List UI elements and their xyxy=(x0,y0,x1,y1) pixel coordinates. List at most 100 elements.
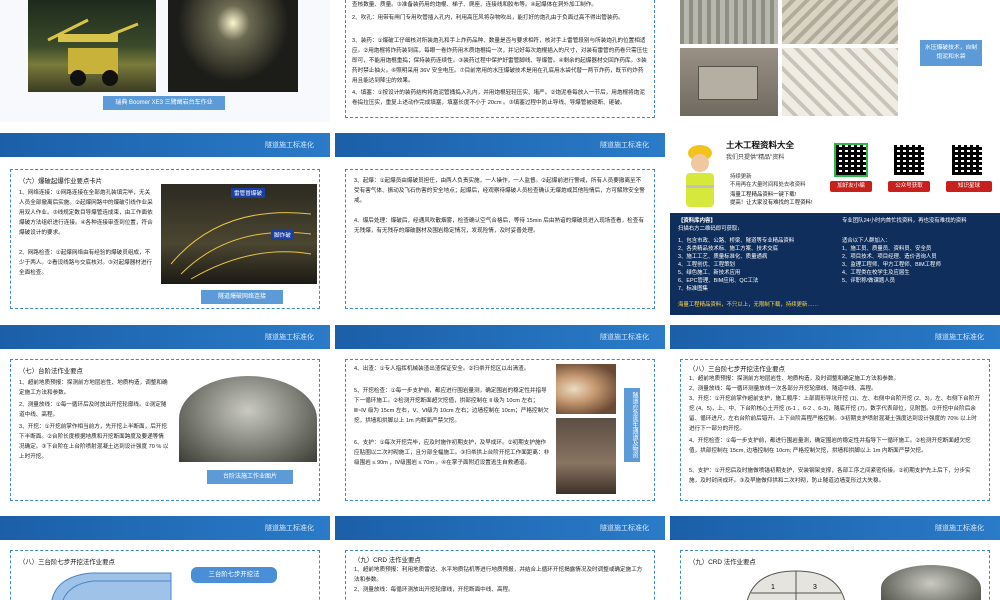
slide-4-3[interactable]: 隧道施工标准化化 （九）CRD 法作业要点 1 3 xyxy=(670,516,1000,600)
scan-follow-button[interactable]: 加好友小编 xyxy=(830,181,872,192)
qr-code-wechat[interactable] xyxy=(834,143,868,177)
header-bar: 隧道施工标准化化 xyxy=(0,516,330,548)
photo-label: 脚炸破 xyxy=(271,230,294,240)
brand-short: 化 xyxy=(925,351,932,357)
slide-4-2[interactable]: 隧道施工标准化化 （九）CRD 法作业要点 1、超前地质预报：利用地质雷达、水平… xyxy=(335,516,665,600)
paragraph: 1、超前地质预报：探测前方地层岩性、地质构造，及时调整和确定施工方法和参数。 xyxy=(689,376,900,382)
drill-jumbo-icon xyxy=(47,18,139,86)
header-bar: 隧道施工标准化化 xyxy=(335,516,665,548)
section-heading: （八）三台阶七步开挖法作业要点 xyxy=(19,559,115,566)
paragraph: 2、网路检查：①起爆网络由有经验的爆破员组成，不少于两人。②看设线路与交底核对。… xyxy=(19,250,153,276)
ad-title: 土木工程资料大全 xyxy=(726,140,795,150)
brand-short: 化 xyxy=(590,351,597,357)
slide-2-3-ad[interactable]: 土木工程资料大全 我们只提供"精品"资料 持续更新 不用再在大量时间和处去收资料… xyxy=(670,133,1000,315)
paragraph: 1、超前地质预报：利用地质雷达、水平地质钻机等进行地质预报，并结合上循环开挖揭露… xyxy=(354,567,643,583)
slide-1-3[interactable]: 水压爆破技术，自制炮泥和水袋 xyxy=(670,0,1000,122)
side-caption: 水压爆破技术，自制炮泥和水袋 xyxy=(920,40,982,66)
paragraph: 3、开挖：①开挖前掌作相当前方，先开挖上半断面，后开挖下半断面。②台阶长度根据地… xyxy=(19,424,169,460)
slide-2-1[interactable]: 隧道施工标准化化 （六）爆破起爆作业要点卡片 1、网络连接：①网路连接在全部炮孔… xyxy=(0,133,330,315)
paragraph: 1、网络连接：①网路连接在全部炮孔装填完毕，无关人员全部撤离后实施。②起爆网路中… xyxy=(19,190,153,236)
content-card: （六）爆破起爆作业要点卡片 1、网络连接：①网路连接在全部炮孔装填完毕，无关人员… xyxy=(10,169,320,309)
brand-label: 隧道施工标准化 xyxy=(265,525,314,532)
tunnel-photo-jumbo xyxy=(28,0,156,92)
qr-code-planet[interactable] xyxy=(950,143,984,177)
brand-short: 化 xyxy=(925,542,932,548)
panel-item: 5、评职称/做课题人员 xyxy=(842,278,896,284)
panel-item: 4、工程创优、工程策划 xyxy=(678,262,735,268)
slide-2-2[interactable]: 隧道施工标准化化 3、起爆：①起爆员由爆破员担任，由两人负责实施，一人操作，一人… xyxy=(335,133,665,315)
panel-item: 2、项目技术、项目经理、造价咨询人员 xyxy=(842,254,937,260)
panel-title: 专业团队24小时内首忙找资料，再也没有难找的资料 xyxy=(842,218,967,224)
ad-promo: 提高！让大家没有难找的工程资料! xyxy=(730,200,813,206)
slide-4-1[interactable]: 隧道施工标准化化 （八）三台阶七步开挖法作业要点 三台阶七步开挖法 xyxy=(0,516,330,600)
panel-sub: 扫描右方二维码即可获取↓ xyxy=(678,226,740,232)
slide-3-3[interactable]: 隧道施工标准化化 （八）三台阶七步开挖法作业要点 1、超前地质预报：探测前方地层… xyxy=(670,325,1000,505)
paragraph: 2、测量放线：每一循环测量放线一次各部分开挖轮廓线、隧道中线、高程。 xyxy=(689,386,877,392)
ad-line: 不用再在大量时间和处去收资料 xyxy=(730,182,806,188)
panel-item: 2、各类精品技术标、施工方案、技术交底 xyxy=(678,246,779,252)
ad-promo: 海量工程精品资料一键下载! xyxy=(730,192,797,198)
photo-caption: 台阶法施工作业图片 xyxy=(207,470,293,484)
paragraph: 5、支护：①开挖后及时施做喷锚初期支护，安装钢架支撑，各部工序之间紧密衔接。②初… xyxy=(689,468,971,484)
brand-label: 隧道施工标准化 xyxy=(935,525,984,532)
brand-label: 隧道施工标准化 xyxy=(600,334,649,341)
content-card: 3、起爆：①起爆员由爆破员担任，由两人负责实施，一人操作，一人监督。②起爆前进行… xyxy=(345,169,655,309)
photo-label: 雷管冒爆破 xyxy=(231,188,265,198)
paragraph: 4、爆后处理：爆破后，经通风吹散烟雾，检查确认空气合格后，等待 15min 后由… xyxy=(354,218,644,234)
paragraph: 4、填塞：①按设计的装药结构将炮泥管捅捣入孔内，并用炮棍轻轻压实、堵严。②炮泥卷… xyxy=(352,90,645,106)
brand-label: 隧道施工标准化 xyxy=(265,142,314,149)
scan-join-button[interactable]: 知识星球 xyxy=(946,181,992,192)
header-bar: 隧道施工标准化化 xyxy=(335,133,665,165)
section-heading: （七）台阶法作业要点 xyxy=(19,368,83,375)
bench-method-photo xyxy=(179,376,317,462)
photo-machine xyxy=(680,48,778,116)
brand-short: 化 xyxy=(255,542,262,548)
paragraph: 2、测量放线：每循环测放出开挖轮廓线，开挖断面中线、高程。 xyxy=(354,587,514,593)
paragraph: 2、测量放线：①每一循环后及时放出开挖轮廓线。②测定隧道中线、高程。 xyxy=(19,402,167,418)
brand-short: 化 xyxy=(590,159,597,165)
slide-3-1[interactable]: 隧道施工标准化化 （七）台阶法作业要点 1、超前地质预报：探测前方地层岩性、地质… xyxy=(0,325,330,505)
escape-pipe-photo xyxy=(556,364,616,414)
blasting-network-photo: 雷管冒爆破 脚炸破 xyxy=(161,184,317,284)
paragraph: 3、开挖：①开挖前掌作超前支护，施工顺序：上部周形导坑开挖 (1)、左、右侧中台… xyxy=(689,396,980,432)
slide-1-1[interactable]: 瑞典 Boomer XE3 三臂凿岩台车作业 xyxy=(0,0,330,122)
paragraph: 2、吹孔：用带有闸门专用吹管插入孔内，利用高压风将杂物吹出，能打好的炮孔由于负面… xyxy=(352,15,624,21)
content-card: （八）三台阶七步开挖法作业要点 三台阶七步开挖法 xyxy=(10,550,320,600)
content-card: （九）CRD 法作业要点 1、超前地质预报：利用地质雷达、水平地质钻机等进行地质… xyxy=(345,550,655,600)
brand-short: 化 xyxy=(255,159,262,165)
button-label: 知识星球 xyxy=(957,183,980,189)
paragraph: 3、装药：①爆破工仔细核对所装炮孔和手上炸药品种、数量是否与要求相符，核对手上雷… xyxy=(352,38,648,84)
section-heading: （九）CRD 法作业要点 xyxy=(354,557,421,564)
scan-get-button[interactable]: 公众号获取 xyxy=(888,181,930,192)
section-heading: （六）爆破起爆作业要点卡片 xyxy=(19,178,103,185)
zone-number: 1 xyxy=(771,584,775,591)
method-label: 三台阶七步开挖法 xyxy=(191,567,277,583)
panel-sub: 适合以下人群加入： xyxy=(842,238,891,244)
slide-1-2[interactable]: 查核数量、质量。③准备装药用的炮棍、梯子、爬座、连接线和胶布等。④起爆体在洞外加… xyxy=(335,0,665,122)
ad-subtitle: 我们只提供"精品"资料 xyxy=(726,155,785,161)
crd-photo xyxy=(881,565,981,600)
paragraph: 4、开挖检查：①每一步支护前，都进行围岩量测，确定围岩的稳定性并指导下一循环施工… xyxy=(689,438,971,454)
header-bar: 隧道施工标准化化 xyxy=(335,325,665,357)
panel-item: 4、工程类在校学生及应届生 xyxy=(842,270,910,276)
qr-code-official[interactable] xyxy=(892,143,926,177)
content-card: （八）三台阶七步开挖法作业要点 1、超前地质预报：探测前方地层岩性、地质构造，及… xyxy=(680,359,990,501)
paragraph: 6、支护：①每次开挖完毕，应及时施作初期支护，及早成环。②初期支护施作应贴圈以二… xyxy=(354,440,550,466)
content-card: （七）台阶法作业要点 1、超前地质预报：探测前方地层岩性、地质构造，调整和确定施… xyxy=(10,359,320,501)
content-card: 4、出渣：①专人指挥机械装渣出渣保证安全。②扫帚开挖区以出清渣。 5、开挖检查：… xyxy=(345,359,655,501)
brand-short: 化 xyxy=(590,542,597,548)
panel-item: 6、EPC管理、BIM应用、QC工法 xyxy=(678,278,759,284)
paragraph: 5、开挖检查：①每一步支护前，都应进行围岩量测，确定围岩的稳定性并指导下一循环施… xyxy=(354,388,549,424)
slide-3-2[interactable]: 隧道施工标准化化 4、出渣：①专人指挥机械装渣出渣保证安全。②扫帚开挖区以出清渣… xyxy=(335,325,665,505)
panel-item: 3、施工工艺、质量标准化、质量通病 xyxy=(678,254,768,260)
panel-item: 1、施工员、质量员、资料员、安全员 xyxy=(842,246,932,252)
brand-short: 化 xyxy=(255,351,262,357)
panel-item: 5、绿色施工、新技术应用 xyxy=(678,270,741,276)
header-bar: 隧道施工标准化化 xyxy=(0,133,330,165)
panel-title: 【资料库内容】 xyxy=(678,218,716,224)
brand-label: 隧道施工标准化 xyxy=(265,334,314,341)
emergency-supply-photo xyxy=(556,418,616,494)
panel-item: 3、监理工程师、甲方工程师、BIM工程师 xyxy=(842,262,941,268)
content-card: （九）CRD 法作业要点 1 3 xyxy=(680,550,990,600)
panel-footer: 海量工程精品资料，不只以上，无限制下载，持续更新…… xyxy=(678,302,819,308)
